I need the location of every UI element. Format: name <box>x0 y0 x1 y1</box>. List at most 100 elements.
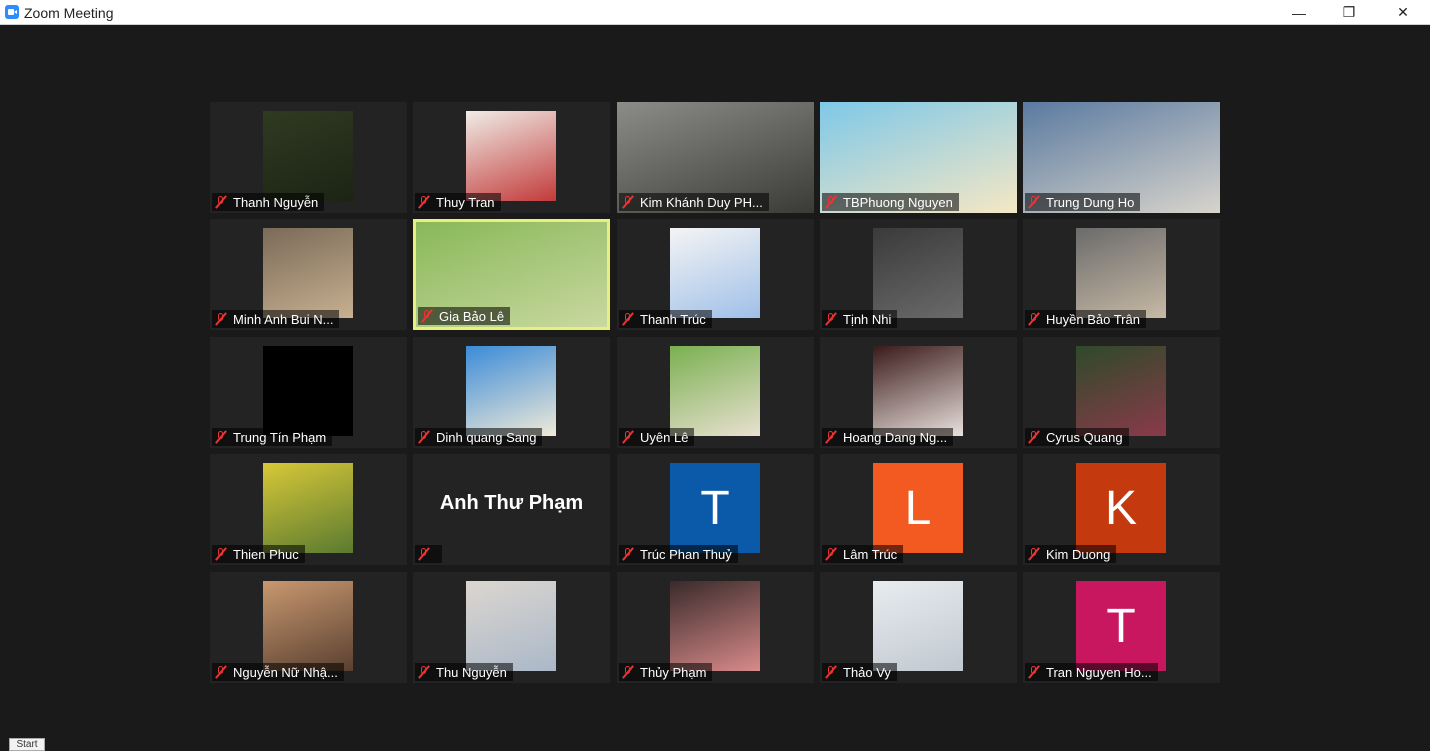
participant-name-label: Thủy Phạm <box>619 663 713 681</box>
participant-tile[interactable]: Hoang Dang Ng... <box>820 337 1017 448</box>
participant-tile[interactable]: K Kim Duong <box>1023 454 1220 565</box>
participant-name: Thu Nguyễn <box>436 664 507 680</box>
participant-tile[interactable]: Tịnh Nhi <box>820 219 1017 330</box>
participant-tile[interactable]: Dinh quang Sang <box>413 337 610 448</box>
profile-picture <box>466 581 556 671</box>
title-bar: Zoom Meeting — ❐ ✕ <box>0 0 1430 25</box>
participant-name-label: Thanh Trúc <box>619 310 712 328</box>
participant-tile[interactable]: Nguyễn Nữ Nhậ... <box>210 572 407 683</box>
muted-microphone-icon <box>1027 430 1041 444</box>
participant-tile[interactable]: Thủy Phạm <box>617 572 814 683</box>
participant-name-label: Dinh quang Sang <box>415 428 543 446</box>
muted-microphone-icon <box>824 195 838 209</box>
participant-tile[interactable]: T Tran Nguyen Ho... <box>1023 572 1220 683</box>
participant-name-label: Thu Nguyễn <box>415 663 513 681</box>
participant-tile[interactable]: Thanh Trúc <box>617 219 814 330</box>
muted-microphone-icon <box>1027 665 1041 679</box>
profile-picture <box>670 581 760 671</box>
participant-name: Dinh quang Sang <box>436 429 537 445</box>
participant-name: Thien Phuc <box>233 546 299 562</box>
participant-name-label: Trung Tín Phạm <box>212 428 333 446</box>
participant-name-label: Trung Dung Ho <box>1025 193 1141 211</box>
participant-name: Thanh Trúc <box>640 311 706 327</box>
profile-picture <box>263 581 353 671</box>
profile-picture <box>263 228 353 318</box>
participant-name-label: Kim Duong <box>1025 545 1117 563</box>
participant-tile[interactable]: T Trúc Phan Thuỷ <box>617 454 814 565</box>
participant-tile[interactable]: Trung Tín Phạm <box>210 337 407 448</box>
profile-picture <box>873 228 963 318</box>
profile-picture <box>873 581 963 671</box>
participant-tile[interactable]: Thien Phuc <box>210 454 407 565</box>
participant-name-label: Kim Khánh Duy PH... <box>619 193 769 211</box>
participant-name: Nguyễn Nữ Nhậ... <box>233 664 338 680</box>
muted-microphone-icon <box>1027 312 1041 326</box>
participant-name-label: Thanh Nguyễn <box>212 193 325 211</box>
muted-microphone-icon <box>621 430 635 444</box>
participant-tile[interactable]: Thảo Vy <box>820 572 1017 683</box>
muted-microphone-icon <box>621 195 635 209</box>
muted-microphone-icon <box>417 195 431 209</box>
participant-name: Trung Tín Phạm <box>233 429 327 445</box>
muted-microphone-icon <box>824 430 838 444</box>
participant-tile[interactable]: Trung Dung Ho <box>1023 102 1220 213</box>
muted-microphone-icon <box>214 547 228 561</box>
participant-name: Kim Khánh Duy PH... <box>640 194 763 210</box>
participant-name-label: Thảo Vy <box>822 663 897 681</box>
participant-name: Hoang Dang Ng... <box>843 429 948 445</box>
muted-microphone-icon <box>214 195 228 209</box>
profile-picture <box>670 346 760 436</box>
participant-tile[interactable]: Huyền Bảo Trân <box>1023 219 1220 330</box>
start-button[interactable]: Start <box>9 738 45 751</box>
participant-name-label: Tran Nguyen Ho... <box>1025 663 1158 681</box>
participant-name: Lâm Trúc <box>843 546 898 562</box>
muted-microphone-icon <box>417 430 431 444</box>
participant-name: Trung Dung Ho <box>1046 194 1135 210</box>
participant-name: Thanh Nguyễn <box>233 194 319 210</box>
participant-name-label: Gia Bảo Lê <box>418 307 511 325</box>
participant-name-label: Tịnh Nhi <box>822 310 898 328</box>
participant-tile[interactable]: TBPhuong Nguyen <box>820 102 1017 213</box>
profile-picture <box>670 228 760 318</box>
participant-name-label: Uyên Lê <box>619 428 695 446</box>
participant-tile[interactable]: Gia Bảo Lê <box>413 219 610 330</box>
profile-picture <box>263 346 353 436</box>
participant-name: Thủy Phạm <box>640 664 707 680</box>
participant-name: Gia Bảo Lê <box>439 308 505 324</box>
muted-microphone-icon <box>824 665 838 679</box>
muted-microphone-icon <box>417 547 431 561</box>
participant-name: Huyền Bảo Trân <box>1046 311 1140 327</box>
profile-picture <box>466 346 556 436</box>
participant-name-label <box>415 545 442 563</box>
profile-picture <box>263 111 353 201</box>
muted-microphone-icon <box>214 312 228 326</box>
profile-picture <box>1076 346 1166 436</box>
muted-microphone-icon <box>1027 195 1041 209</box>
muted-microphone-icon <box>214 665 228 679</box>
participant-name-label: Minh Anh Bui N... <box>212 310 340 328</box>
participant-tile[interactable]: Thanh Nguyễn <box>210 102 407 213</box>
participant-name-label: TBPhuong Nguyen <box>822 193 959 211</box>
participant-name-label: Nguyễn Nữ Nhậ... <box>212 663 344 681</box>
participant-tile[interactable]: Thu Nguyễn <box>413 572 610 683</box>
participant-tile[interactable]: L Lâm Trúc <box>820 454 1017 565</box>
minimize-button[interactable]: — <box>1276 0 1322 25</box>
participant-tile[interactable]: Kim Khánh Duy PH... <box>617 102 814 213</box>
participant-tile[interactable]: Thuy Tran <box>413 102 610 213</box>
participant-tile[interactable]: Uyên Lê <box>617 337 814 448</box>
profile-picture <box>873 346 963 436</box>
muted-microphone-icon <box>214 430 228 444</box>
participant-name: Trúc Phan Thuỷ <box>640 546 732 562</box>
participant-name: Tran Nguyen Ho... <box>1046 664 1152 680</box>
participant-name: Uyên Lê <box>640 429 689 445</box>
participant-name-label: Hoang Dang Ng... <box>822 428 954 446</box>
participant-tile[interactable]: Minh Anh Bui N... <box>210 219 407 330</box>
close-button[interactable]: ✕ <box>1380 0 1426 25</box>
profile-picture <box>263 463 353 553</box>
participant-name: Cyrus Quang <box>1046 429 1123 445</box>
maximize-button[interactable]: ❐ <box>1326 0 1372 25</box>
participant-tile[interactable]: Anh Thư Phạm <box>413 454 610 565</box>
participant-name-label: Trúc Phan Thuỷ <box>619 545 738 563</box>
participant-tile[interactable]: Cyrus Quang <box>1023 337 1220 448</box>
participant-name: Minh Anh Bui N... <box>233 311 334 327</box>
